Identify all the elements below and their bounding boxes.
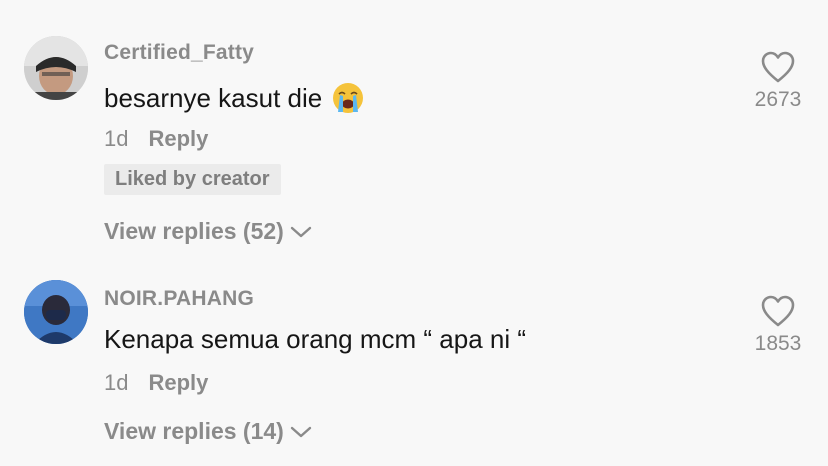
like-control[interactable]: 1853: [748, 294, 808, 356]
comment-meta: 1d Reply: [104, 370, 208, 396]
username[interactable]: Certified_Fatty: [104, 41, 254, 65]
liked-by-creator-badge: Liked by creator: [104, 164, 281, 195]
avatar[interactable]: [24, 280, 88, 344]
comment-text: Kenapa semua orang mcm “ apa ni “: [104, 324, 526, 355]
view-replies-button[interactable]: View replies (14): [104, 418, 312, 445]
view-replies-label: View replies (52): [104, 218, 284, 244]
reply-button[interactable]: Reply: [148, 370, 208, 396]
like-control[interactable]: 2673: [748, 50, 808, 112]
heart-outline-icon[interactable]: [760, 50, 796, 84]
like-count: 2673: [754, 88, 802, 111]
username[interactable]: NOIR.PAHANG: [104, 287, 254, 311]
chevron-down-icon: [290, 426, 312, 437]
avatar-photo: [24, 280, 88, 344]
heart-outline-icon[interactable]: [760, 294, 796, 328]
comment-text-content: besarnye kasut die: [104, 82, 323, 113]
comment-item: NOIR.PAHANG Kenapa semua orang mcm “ apa…: [0, 260, 828, 466]
comment-text-content: Kenapa semua orang mcm “ apa ni “: [104, 324, 526, 354]
comment-item: Certified_Fatty besarnye kasut die 1d Re…: [0, 0, 828, 260]
comment-meta: 1d Reply: [104, 126, 208, 152]
view-replies-label: View replies (14): [104, 418, 284, 444]
loudly-crying-face-emoji: [333, 83, 364, 113]
view-replies-button[interactable]: View replies (52): [104, 218, 312, 245]
comment-text: besarnye kasut die: [104, 82, 364, 114]
comment-time: 1d: [104, 370, 129, 395]
avatar-photo: [24, 36, 88, 100]
like-count: 1853: [754, 332, 802, 355]
reply-button[interactable]: Reply: [148, 126, 208, 152]
avatar[interactable]: [24, 36, 88, 100]
comment-time: 1d: [104, 126, 129, 151]
chevron-down-icon: [290, 226, 312, 237]
